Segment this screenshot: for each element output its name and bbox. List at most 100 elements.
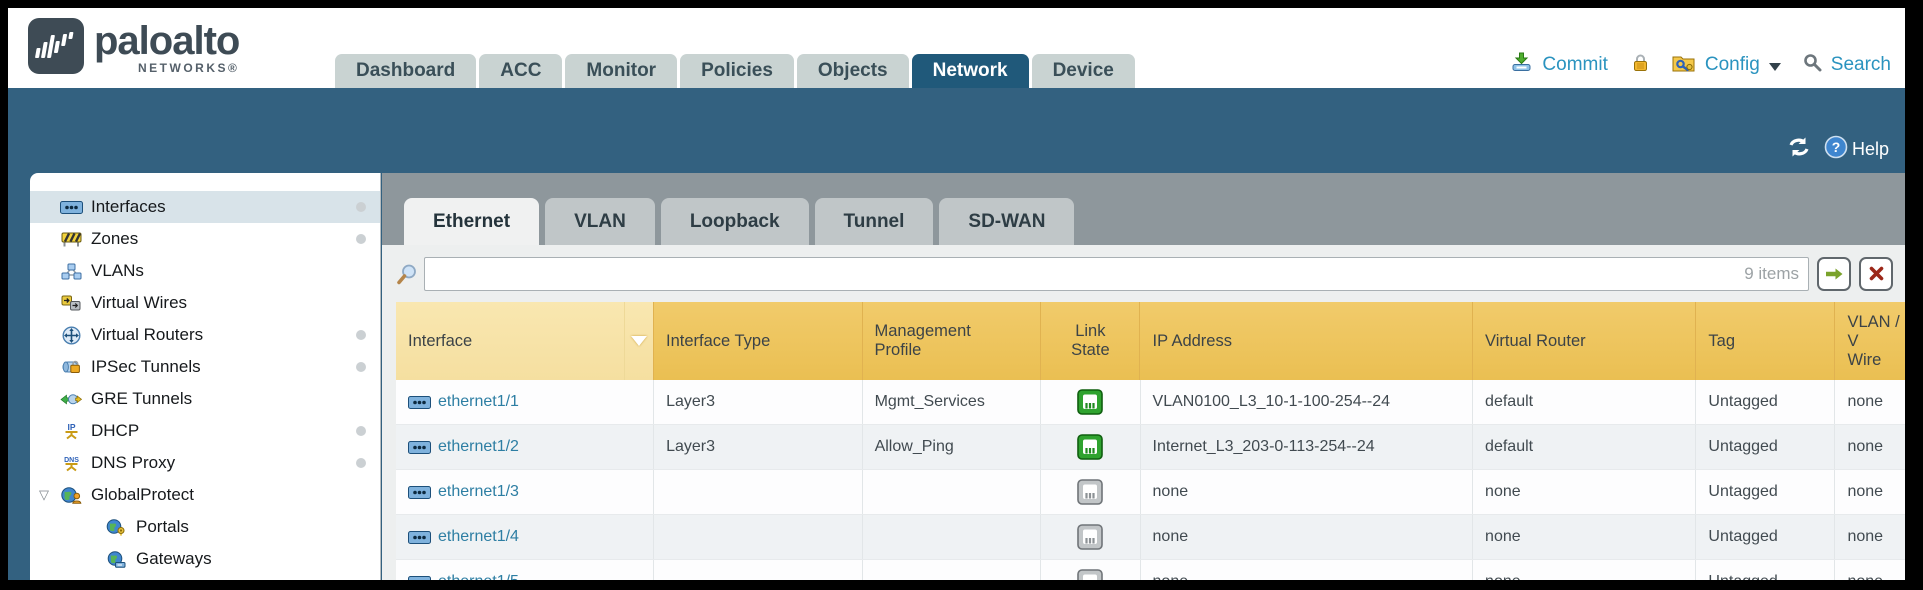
sidebar-item-label: GlobalProtect bbox=[91, 485, 194, 505]
sidebar-item-interfaces[interactable]: Interfaces bbox=[30, 191, 380, 223]
column-header-tag[interactable]: Tag bbox=[1696, 302, 1835, 380]
column-header-link-state[interactable]: LinkState bbox=[1041, 302, 1140, 380]
sidebar-item-label: Interfaces bbox=[91, 197, 166, 217]
teal-banner: ? Help bbox=[8, 88, 1905, 173]
sidebar-item-portals[interactable]: Portals bbox=[30, 511, 380, 543]
cell-management-profile: Allow_Ping bbox=[863, 425, 1042, 469]
interface-link[interactable]: ethernet1/2 bbox=[438, 438, 519, 456]
interface-link[interactable]: ethernet1/5 bbox=[438, 573, 519, 580]
globalprotect-icon bbox=[58, 487, 84, 504]
sidebar-item-label: Virtual Routers bbox=[91, 325, 203, 345]
column-header-mgmt-profile[interactable]: ManagementProfile bbox=[863, 302, 1042, 380]
apply-filter-button[interactable] bbox=[1817, 257, 1851, 291]
cell-management-profile bbox=[863, 515, 1042, 559]
work-area: 9 items InterfaceInterface TypeManagemen… bbox=[382, 245, 1905, 580]
column-header-type[interactable]: Interface Type bbox=[654, 302, 863, 380]
cell-tag: Untagged bbox=[1696, 560, 1835, 580]
table-row-ethernet1-5[interactable]: ethernet1/5nonenoneUntaggednone bbox=[396, 560, 1905, 580]
nav-tab-acc[interactable]: ACC bbox=[479, 54, 562, 88]
status-dot bbox=[356, 202, 366, 212]
cell-ip-address: none bbox=[1141, 470, 1474, 514]
cell-virtual-router: default bbox=[1473, 425, 1696, 469]
cell-ip-address: VLAN0100_L3_10-1-100-254--24 bbox=[1141, 380, 1474, 424]
nav-tab-objects[interactable]: Objects bbox=[797, 54, 909, 88]
column-header-ip[interactable]: IP Address bbox=[1140, 302, 1473, 380]
gre-tunnels-icon bbox=[58, 392, 84, 407]
help-label: Help bbox=[1852, 139, 1889, 160]
sidebar-item-label: IPSec Tunnels bbox=[91, 357, 201, 377]
sidebar-item-vlans[interactable]: VLANs bbox=[30, 255, 380, 287]
cell-vlan-wire: none bbox=[1835, 380, 1905, 424]
interfaces-icon bbox=[58, 201, 84, 214]
sidebar-item-globalprotect[interactable]: ▽ GlobalProtect bbox=[30, 479, 380, 511]
nav-tab-monitor[interactable]: Monitor bbox=[565, 54, 677, 88]
commit-button[interactable]: Commit bbox=[1542, 54, 1607, 76]
interface-link[interactable]: ethernet1/1 bbox=[438, 393, 519, 411]
cell-ip-address: Internet_L3_203-0-113-254--24 bbox=[1141, 425, 1474, 469]
sidebar-item-gateways[interactable]: Gateways bbox=[30, 543, 380, 575]
subtab-tunnel[interactable]: Tunnel bbox=[815, 198, 934, 245]
nav-tab-network[interactable]: Network bbox=[912, 54, 1029, 88]
nav-tab-policies[interactable]: Policies bbox=[680, 54, 794, 88]
cell-interface-type: Layer3 bbox=[654, 425, 862, 469]
cell-vlan-wire: none bbox=[1835, 425, 1905, 469]
table-row-ethernet1-4[interactable]: ethernet1/4nonenoneUntaggednone bbox=[396, 515, 1905, 560]
sort-triangle-icon bbox=[631, 336, 647, 346]
sort-dropdown-button[interactable] bbox=[624, 302, 653, 380]
config-caret-icon[interactable] bbox=[1769, 63, 1781, 71]
search-button[interactable]: Search bbox=[1831, 54, 1891, 76]
nav-tab-device[interactable]: Device bbox=[1032, 54, 1135, 88]
clear-filter-button[interactable] bbox=[1859, 257, 1893, 291]
interface-icon bbox=[408, 531, 431, 544]
column-header-virtual-router[interactable]: Virtual Router bbox=[1473, 302, 1696, 380]
paloalto-logo-mark bbox=[28, 18, 84, 74]
cell-interface-type bbox=[654, 515, 862, 559]
subtab-sd-wan[interactable]: SD-WAN bbox=[939, 198, 1074, 245]
subtab-ethernet[interactable]: Ethernet bbox=[404, 198, 539, 245]
sidebar-item-ipsec-tunnels[interactable]: IPSec Tunnels bbox=[30, 351, 380, 383]
filter-input[interactable] bbox=[424, 257, 1809, 291]
clear-x-icon bbox=[1868, 265, 1885, 282]
cell-interface-type bbox=[654, 560, 862, 580]
refresh-icon[interactable] bbox=[1786, 136, 1812, 163]
lock-icon[interactable] bbox=[1630, 53, 1650, 78]
link-state-up-icon bbox=[1077, 389, 1103, 415]
gateways-icon bbox=[103, 551, 129, 568]
sidebar-item-dns-proxy[interactable]: DNSDNS Proxy bbox=[30, 447, 380, 479]
interface-link[interactable]: ethernet1/3 bbox=[438, 483, 519, 501]
logo-wordmark: paloalto bbox=[94, 18, 239, 64]
cell-tag: Untagged bbox=[1696, 515, 1835, 559]
table-row-ethernet1-2[interactable]: ethernet1/2 Layer3Allow_Ping Internet_L3_2… bbox=[396, 425, 1905, 470]
cell-interface-type bbox=[654, 470, 862, 514]
svg-text:DNS: DNS bbox=[64, 457, 79, 464]
interface-link[interactable]: ethernet1/4 bbox=[438, 528, 519, 546]
subtab-strip: EthernetVLANLoopbackTunnelSD-WAN bbox=[382, 173, 1905, 245]
table-row-ethernet1-1[interactable]: ethernet1/1Layer3Mgmt_ServicesVLAN0100_L… bbox=[396, 380, 1905, 425]
help-button[interactable]: ? Help bbox=[1824, 135, 1889, 164]
header-actions: Commit Config Search bbox=[1510, 52, 1891, 78]
sidebar-item-dhcp[interactable]: IPDHCP bbox=[30, 415, 380, 447]
logo-text: paloalto NETWORKS® bbox=[94, 18, 239, 75]
main-area: Interfaces ZonesVLANsVirtual Wires Virtual… bbox=[8, 173, 1905, 580]
sidebar-item-zones[interactable]: Zones bbox=[30, 223, 380, 255]
subtab-loopback[interactable]: Loopback bbox=[661, 198, 809, 245]
cell-link-state bbox=[1041, 425, 1140, 469]
table-row-ethernet1-3[interactable]: ethernet1/3nonenoneUntaggednone bbox=[396, 470, 1905, 515]
table-header: InterfaceInterface TypeManagementProfile… bbox=[396, 302, 1905, 380]
subtab-vlan[interactable]: VLAN bbox=[545, 198, 655, 245]
sidebar-item-virtual-routers[interactable]: Virtual Routers bbox=[30, 319, 380, 351]
sidebar-item-gre-tunnels[interactable]: GRE Tunnels bbox=[30, 383, 380, 415]
column-header-vlan-wire[interactable]: VLAN / VWire bbox=[1835, 302, 1905, 380]
virtual-routers-icon bbox=[58, 326, 84, 345]
column-header-interface[interactable]: Interface bbox=[396, 302, 654, 380]
cell-vlan-wire: none bbox=[1835, 470, 1905, 514]
filter-input-wrap: 9 items bbox=[424, 257, 1809, 291]
expander-triangle-icon[interactable]: ▽ bbox=[39, 487, 49, 503]
sidebar-item-virtual-wires[interactable]: Virtual Wires bbox=[30, 287, 380, 319]
config-button[interactable]: Config bbox=[1705, 54, 1760, 76]
filter-search-icon bbox=[396, 263, 418, 285]
interface-icon bbox=[408, 486, 431, 499]
nav-tab-dashboard[interactable]: Dashboard bbox=[335, 54, 476, 88]
cell-interface: ethernet1/2 bbox=[396, 425, 654, 469]
sidebar-item-label: Gateways bbox=[136, 549, 212, 569]
